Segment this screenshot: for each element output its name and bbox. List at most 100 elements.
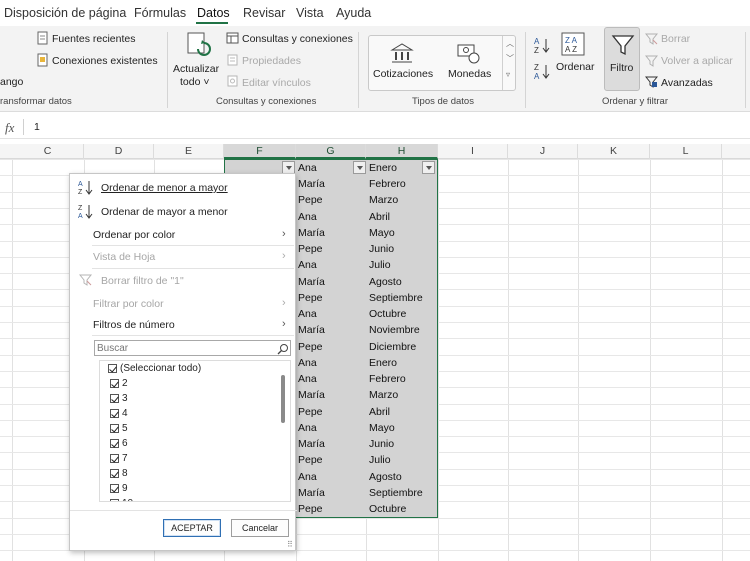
ok-button[interactable]: ACEPTAR: [163, 519, 221, 537]
refresh-all-label[interactable]: Actualizar: [173, 63, 219, 75]
checkbox[interactable]: [110, 484, 119, 493]
range-button-label[interactable]: ango: [0, 76, 23, 88]
table-cell-h[interactable]: Julio: [369, 454, 391, 466]
table-cell-g[interactable]: María: [298, 276, 325, 288]
filter-button[interactable]: Filtro: [604, 27, 640, 91]
checkbox[interactable]: [110, 499, 119, 501]
refresh-all-dropdown[interactable]: todo ˅: [180, 76, 210, 88]
resize-grip-icon[interactable]: ⠿: [287, 540, 293, 549]
table-cell-g[interactable]: Pepe: [298, 454, 323, 466]
filter-dropdown-h[interactable]: [422, 161, 435, 174]
table-cell-g[interactable]: Ana: [298, 211, 317, 223]
column-header-i[interactable]: I: [438, 144, 508, 159]
checkbox[interactable]: [110, 409, 119, 418]
table-cell-h[interactable]: Septiembre: [369, 487, 423, 499]
table-cell-h[interactable]: Marzo: [369, 389, 398, 401]
table-cell-h[interactable]: Abril: [369, 211, 390, 223]
table-cell-h[interactable]: Noviembre: [369, 324, 420, 336]
table-cell-h[interactable]: Febrero: [369, 178, 406, 190]
column-header-g[interactable]: G: [296, 144, 366, 159]
value-list-item[interactable]: 8: [122, 468, 128, 479]
table-cell-h[interactable]: Febrero: [369, 373, 406, 385]
table-cell-g[interactable]: María: [298, 389, 325, 401]
advanced-button[interactable]: Avanzadas: [661, 77, 713, 89]
tab-formulas[interactable]: Fórmulas: [134, 6, 186, 20]
gallery-down-icon[interactable]: ﹀: [506, 53, 514, 64]
value-list-item[interactable]: (Seleccionar todo): [120, 363, 201, 374]
column-header-d[interactable]: D: [84, 144, 154, 159]
fx-icon[interactable]: fx: [5, 120, 14, 136]
checkbox[interactable]: [110, 469, 119, 478]
table-cell-g[interactable]: María: [298, 227, 325, 239]
sort-za-icon[interactable]: ZA: [533, 62, 551, 80]
table-cell-h[interactable]: Julio: [369, 259, 391, 271]
table-cell-h[interactable]: Junio: [369, 243, 394, 255]
sheet-view-item[interactable]: Vista de Hoja: [93, 251, 155, 263]
sort-button[interactable]: Ordenar: [556, 61, 595, 73]
tab-data[interactable]: Datos: [197, 6, 230, 20]
tab-review[interactable]: Revisar: [243, 6, 285, 20]
filter-by-color-item[interactable]: Filtrar por color: [93, 298, 164, 310]
table-cell-g[interactable]: Pepe: [298, 341, 323, 353]
existing-connections-button[interactable]: Conexiones existentes: [52, 55, 158, 67]
table-cell-h[interactable]: Septiembre: [369, 292, 423, 304]
gallery-more-icon[interactable]: ▿: [506, 70, 510, 79]
properties-button[interactable]: Propiedades: [242, 55, 301, 67]
column-header-h[interactable]: H: [366, 144, 438, 159]
table-cell-g[interactable]: Pepe: [298, 406, 323, 418]
currencies-button[interactable]: Monedas: [448, 68, 491, 80]
value-list-item[interactable]: 9: [122, 483, 128, 494]
sort-by-color-item[interactable]: Ordenar por color: [93, 229, 175, 241]
tab-help[interactable]: Ayuda: [336, 6, 371, 20]
value-list[interactable]: (Seleccionar todo) 2 3 4 5 6 7 8 9 10: [99, 360, 291, 502]
table-cell-g[interactable]: Ana: [298, 357, 317, 369]
column-header-j[interactable]: J: [508, 144, 578, 159]
column-header-f[interactable]: F: [224, 144, 296, 159]
column-header-l[interactable]: L: [650, 144, 722, 159]
column-header-c[interactable]: C: [12, 144, 84, 159]
recent-sources-button[interactable]: Fuentes recientes: [52, 33, 135, 45]
value-list-item[interactable]: 10: [122, 498, 133, 501]
list-scrollbar[interactable]: [281, 375, 285, 423]
formula-input[interactable]: 1: [34, 121, 40, 133]
reapply-button[interactable]: Volver a aplicar: [661, 55, 733, 67]
table-cell-h[interactable]: Junio: [369, 438, 394, 450]
checkbox[interactable]: [110, 379, 119, 388]
checkbox[interactable]: [110, 454, 119, 463]
number-filters-item[interactable]: Filtros de número: [93, 319, 175, 331]
table-cell-g[interactable]: María: [298, 324, 325, 336]
table-cell-g[interactable]: María: [298, 487, 325, 499]
value-list-item[interactable]: 7: [122, 453, 128, 464]
table-cell-h[interactable]: Marzo: [369, 194, 398, 206]
table-cell-g[interactable]: Ana: [298, 308, 317, 320]
search-box[interactable]: Buscar: [94, 340, 291, 356]
table-cell-g[interactable]: Pepe: [298, 503, 323, 515]
value-list-item[interactable]: 2: [122, 378, 128, 389]
checkbox[interactable]: [110, 424, 119, 433]
queries-connections-button[interactable]: Consultas y conexiones: [242, 33, 353, 45]
stocks-button[interactable]: Cotizaciones: [373, 68, 433, 80]
checkbox[interactable]: [110, 439, 119, 448]
checkbox[interactable]: [108, 364, 117, 373]
checkbox[interactable]: [110, 394, 119, 403]
header-cell-g[interactable]: Ana: [298, 162, 317, 174]
table-cell-g[interactable]: María: [298, 438, 325, 450]
table-cell-h[interactable]: Enero: [369, 357, 397, 369]
gallery-up-icon[interactable]: ︿: [506, 38, 514, 49]
table-cell-h[interactable]: Diciembre: [369, 341, 416, 353]
table-cell-h[interactable]: Octubre: [369, 308, 406, 320]
tab-page-layout[interactable]: Disposición de página: [4, 6, 126, 20]
tab-view[interactable]: Vista: [296, 6, 324, 20]
value-list-item[interactable]: 4: [122, 408, 128, 419]
clear-filter-item[interactable]: Borrar filtro de "1": [101, 275, 184, 287]
table-cell-g[interactable]: Ana: [298, 259, 317, 271]
table-cell-g[interactable]: Ana: [298, 373, 317, 385]
table-cell-h[interactable]: Mayo: [369, 422, 395, 434]
table-cell-h[interactable]: Abril: [369, 406, 390, 418]
table-cell-g[interactable]: Pepe: [298, 292, 323, 304]
cancel-button[interactable]: Cancelar: [231, 519, 289, 537]
sort-asc-item[interactable]: Ordenar de menor a mayor: [101, 182, 228, 194]
value-list-item[interactable]: 5: [122, 423, 128, 434]
search-input[interactable]: Buscar: [97, 343, 128, 354]
table-cell-h[interactable]: Octubre: [369, 503, 406, 515]
